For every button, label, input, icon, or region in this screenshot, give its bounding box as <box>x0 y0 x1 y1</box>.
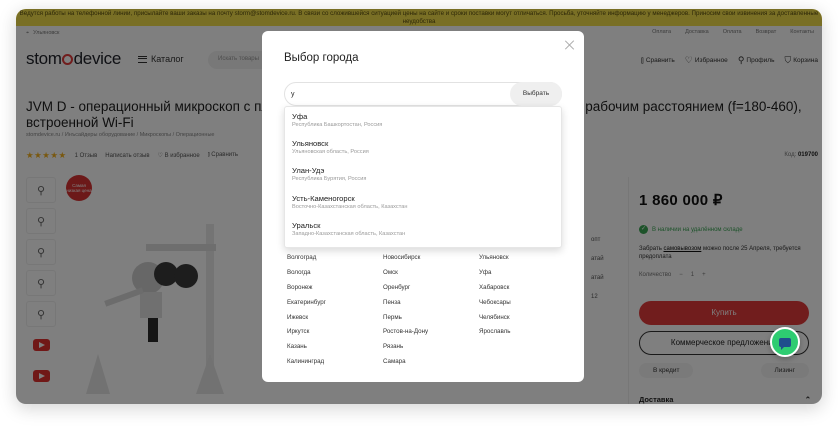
city-link <box>479 358 575 367</box>
suggestion-region: Республика Башкортостан, Россия <box>292 122 383 128</box>
suggestion-city: Улан-Удэ <box>292 166 325 176</box>
suggestion-item[interactable]: Уральск Западно-Казахстанская область, К… <box>285 216 561 243</box>
modal-title: Выбор города <box>284 52 359 64</box>
suggestion-city: Уральск <box>292 220 321 230</box>
select-city-button[interactable]: Выбрать <box>510 82 562 106</box>
city-link[interactable]: Волгоград <box>287 254 383 263</box>
city-link[interactable]: Пенза <box>383 299 479 308</box>
suggestion-item[interactable]: Ульяновск Ульяновская область, Россия <box>285 134 561 161</box>
city-link[interactable]: Новосибирск <box>383 254 479 263</box>
city-link[interactable]: Воронеж <box>287 284 383 293</box>
city-link[interactable]: Вологда <box>287 269 383 278</box>
chat-icon <box>779 337 791 350</box>
city-link[interactable]: Уфа <box>479 269 575 278</box>
browser-frame: Ведутся работы на телефонной линии, прис… <box>16 9 822 404</box>
city-link[interactable]: Оренбург <box>383 284 479 293</box>
close-icon[interactable] <box>564 39 576 51</box>
city-link[interactable]: Рязань <box>383 343 479 352</box>
chat-widget-button[interactable] <box>770 327 800 357</box>
suggestion-city: Усть-Каменогорск <box>292 193 355 203</box>
city-link[interactable]: Челябинск <box>479 314 575 323</box>
city-link <box>479 343 575 352</box>
city-select-modal: Выбор города Выбрать Уфа Республика Башк… <box>262 31 584 382</box>
city-link[interactable]: Хабаровск <box>479 284 575 293</box>
suggestion-city: Уфа <box>292 112 308 121</box>
city-link[interactable]: Омск <box>383 269 479 278</box>
city-link[interactable]: Ульяновск <box>479 254 575 263</box>
suggestion-item[interactable]: Уфа Республика Башкортостан, Россия <box>285 107 561 134</box>
suggestion-region: Западно-Казахстанская область, Казахстан <box>292 230 406 237</box>
city-link[interactable]: Ярославль <box>479 328 575 337</box>
city-search-box: Выбрать <box>284 82 562 106</box>
city-link[interactable]: Пермь <box>383 314 479 323</box>
suggestion-item[interactable]: Улан-Удэ Республика Бурятия, Россия <box>285 161 561 188</box>
city-search-input[interactable] <box>291 86 501 102</box>
suggestion-city: Ульяновск <box>292 139 329 149</box>
city-suggestions: Уфа Республика Башкортостан, Россия Улья… <box>284 106 562 248</box>
city-link[interactable]: Ростов-на-Дону <box>383 328 479 337</box>
city-link[interactable]: Казань <box>287 343 383 352</box>
suggestion-region: Ульяновская область, Россия <box>292 149 369 156</box>
suggestion-item[interactable]: Усть-Каменогорск Восточно-Казахстанская … <box>285 189 561 216</box>
suggestion-region: Восточно-Казахстанская область, Казахста… <box>292 203 408 210</box>
city-link[interactable]: Иркутск <box>287 328 383 337</box>
city-link[interactable]: Ижевск <box>287 314 383 323</box>
city-link[interactable]: Самара <box>383 358 479 367</box>
popular-cities: Волгоград Новосибирск Ульяновск Вологда … <box>287 254 577 367</box>
suggestion-region: Республика Бурятия, Россия <box>292 176 367 183</box>
city-link[interactable]: Калининград <box>287 358 383 367</box>
city-link[interactable]: Чебоксары <box>479 299 575 308</box>
city-link[interactable]: Екатеринбург <box>287 299 383 308</box>
